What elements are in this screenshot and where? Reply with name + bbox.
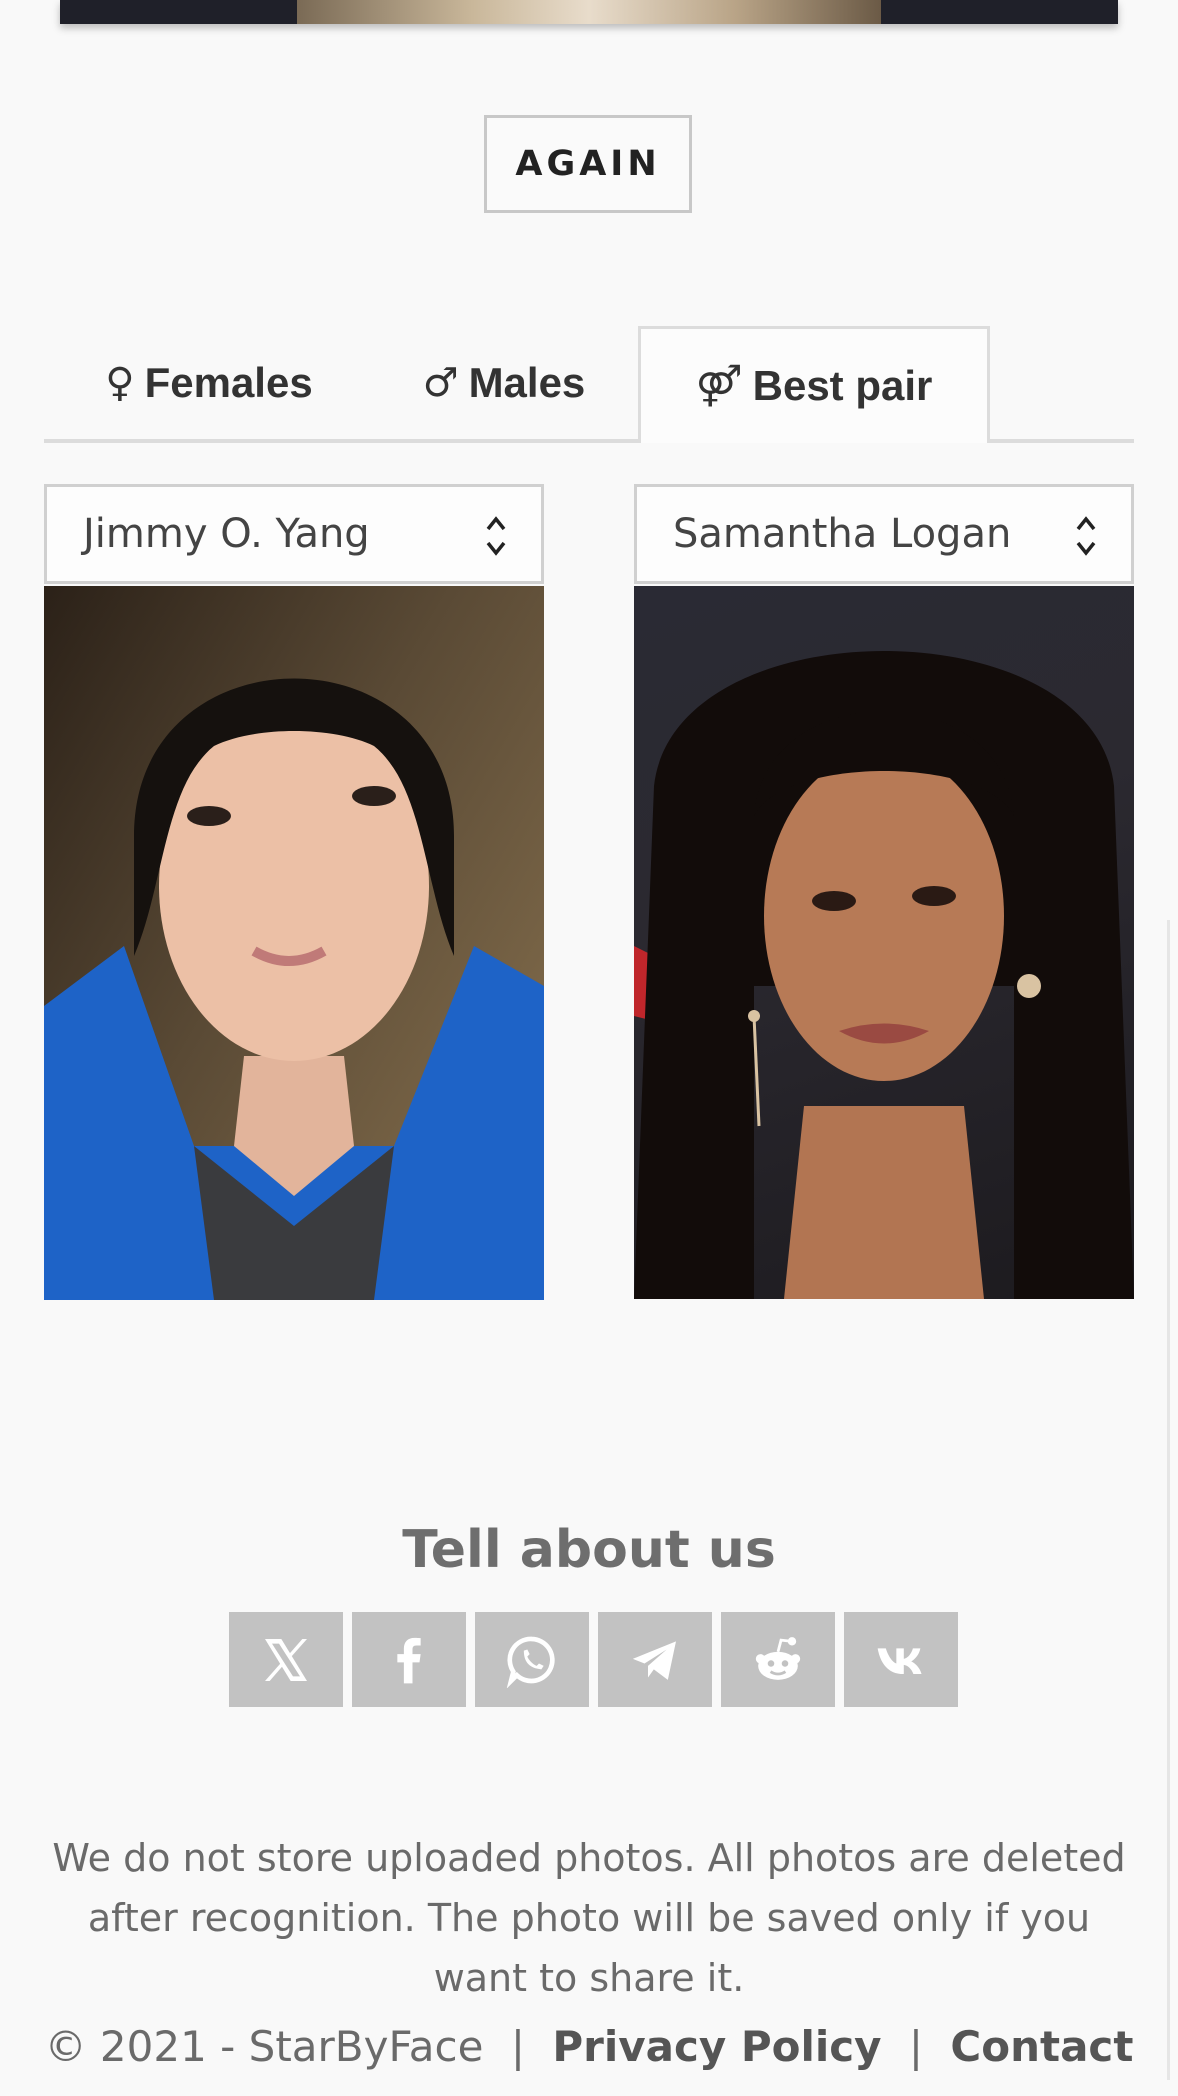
tab-males-label: Males [468, 358, 586, 406]
scrollbar-track[interactable] [1167, 920, 1170, 2080]
privacy-notice: We do not store uploaded photos. All pho… [52, 1836, 1126, 2000]
updown-chevron-icon [1076, 516, 1096, 556]
footer-separator: | [908, 2022, 924, 2071]
share-x-button[interactable] [229, 1612, 343, 1707]
facebook-icon [397, 1637, 421, 1683]
vk-icon [877, 1647, 922, 1674]
tab-best-pair-label: Best pair [752, 362, 933, 409]
male-icon: ♂ [422, 359, 459, 406]
share-vk-button[interactable] [844, 1612, 958, 1707]
female-icon: ♀ [105, 359, 135, 406]
whatsapp-icon [506, 1636, 555, 1688]
tab-females-label: Females [144, 358, 313, 406]
reddit-icon [755, 1636, 801, 1680]
updown-chevron-icon [486, 516, 506, 556]
privacy-policy-link[interactable]: Privacy Policy [552, 2022, 881, 2071]
x-icon [265, 1638, 307, 1681]
footer-separator: | [510, 2022, 525, 2071]
pair-icon: ⚤ [695, 363, 743, 409]
tab-females[interactable]: ♀ Females [84, 326, 334, 439]
female-portrait-illustration [634, 651, 1134, 1299]
tab-best-pair[interactable]: ⚤ Best pair [638, 326, 990, 443]
male-celebrity-select[interactable]: Jimmy O. Yang [44, 484, 544, 584]
share-reddit-button[interactable] [721, 1612, 835, 1707]
share-facebook-button[interactable] [352, 1612, 466, 1707]
female-celebrity-value: Samantha Logan [673, 511, 1012, 557]
male-celebrity-photo [44, 586, 544, 1300]
male-celebrity-value: Jimmy O. Yang [83, 511, 370, 557]
again-button[interactable]: AGAIN [484, 115, 692, 213]
female-celebrity-select[interactable]: Samantha Logan [634, 484, 1134, 584]
share-telegram-button[interactable] [598, 1612, 712, 1707]
share-title: Tell about us [402, 1520, 776, 1580]
footer-links: © 2021 - StarByFace | Privacy Policy | C… [0, 2022, 1178, 2071]
telegram-icon [632, 1640, 676, 1680]
photo-sliver [297, 0, 881, 24]
contact-link[interactable]: Contact [950, 2022, 1133, 2071]
female-celebrity-photo [634, 586, 1134, 1299]
gender-tabs: ♀ Females ♂ Males ⚤ Best pair [44, 326, 1134, 443]
copyright-text: © 2021 - StarByFace [44, 2022, 484, 2071]
male-portrait-illustration [44, 678, 544, 1300]
share-whatsapp-button[interactable] [475, 1612, 589, 1707]
previous-result-photo [60, 0, 1118, 24]
tab-males[interactable]: ♂ Males [394, 326, 614, 439]
